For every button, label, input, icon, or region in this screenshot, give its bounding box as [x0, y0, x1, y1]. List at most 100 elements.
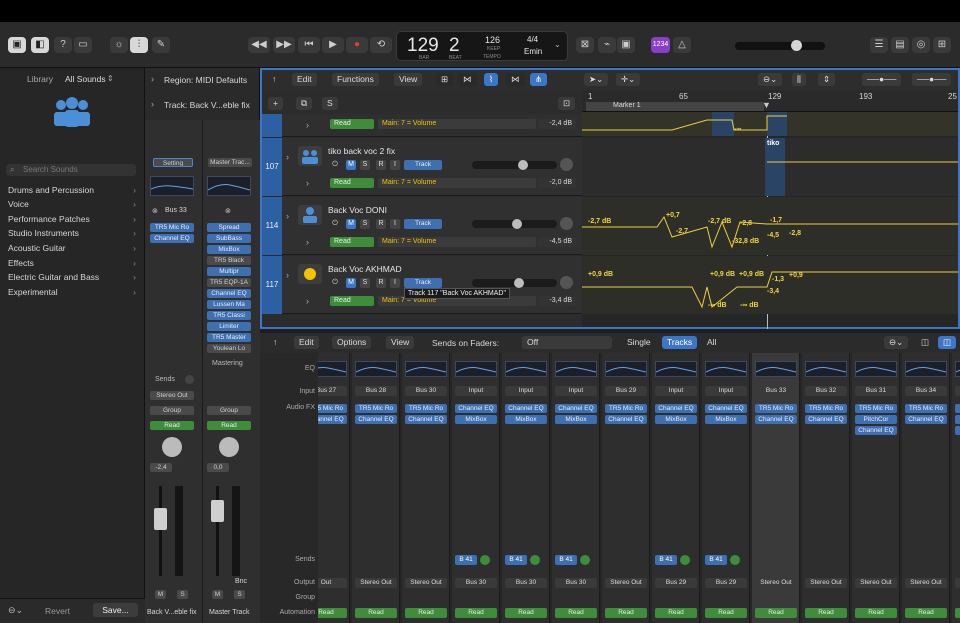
plugin-slot[interactable]: Sp — [955, 415, 960, 424]
track-volume-slider[interactable] — [472, 278, 557, 288]
channel-strip[interactable]: Ch Sp Char Read — [952, 353, 960, 623]
chevron-right-icon[interactable]: › — [286, 270, 289, 280]
library-toggle-icon[interactable]: ▣ — [8, 37, 26, 53]
plugin-slot[interactable]: Limiter — [207, 322, 251, 331]
settings-gear-icon[interactable]: ⊖⌄ — [8, 605, 23, 616]
global-solo-button[interactable]: S — [322, 97, 338, 110]
list-icon[interactable]: ☰ — [870, 37, 888, 53]
channel-strip[interactable]: Bus 32 TR5 Mic Ro Channel EQ Stereo Out Read — [802, 353, 850, 623]
plugin-slot[interactable]: Channel EQ — [705, 404, 747, 413]
back-arrow-icon[interactable]: ↑ — [268, 336, 282, 349]
input-slot[interactable]: Input — [505, 386, 547, 396]
pointer-tool-icon[interactable]: ➤⌄ — [584, 73, 609, 86]
plugin-slot[interactable]: TR5 Black — [207, 256, 251, 265]
output-slot[interactable]: Bus 30 — [455, 578, 497, 588]
power-icon[interactable]: ⏻ — [330, 278, 340, 288]
power-icon[interactable]: ⏻ — [330, 219, 340, 229]
chevron-right-icon[interactable]: › — [306, 178, 309, 188]
plugin-slot[interactable]: TR5 EQP-1A — [207, 278, 251, 287]
flex-icon[interactable]: ⋈ — [506, 73, 525, 86]
revert-button[interactable]: Revert — [45, 606, 70, 616]
eq-thumbnail[interactable] — [455, 361, 497, 377]
input-slot[interactable]: Bus 34 — [905, 386, 947, 396]
eq-thumbnail[interactable] — [805, 361, 847, 377]
browser-icon[interactable]: ⊞ — [933, 37, 951, 53]
library-item[interactable]: Effects › — [8, 258, 140, 268]
input-monitor-button[interactable]: I — [390, 278, 400, 288]
send-slot[interactable]: B 41 — [555, 555, 577, 565]
chevron-right-icon[interactable]: › — [151, 99, 154, 109]
help-icon[interactable]: ? — [54, 37, 72, 53]
back-arrow-icon[interactable]: ↑ — [267, 73, 281, 86]
plugin-slot[interactable]: Channel EQ — [355, 415, 397, 424]
automation-mode[interactable]: Read — [955, 608, 960, 618]
mute-button[interactable]: M — [346, 160, 356, 170]
track-button[interactable]: Track — [404, 160, 442, 170]
channel-strip[interactable]: Bus 29 TR5 Mic Ro Channel EQ Stereo Out Read — [602, 353, 650, 623]
volume-value[interactable]: 0,0 — [207, 463, 229, 472]
plugin-slot[interactable]: TR5 Mic Ro — [318, 404, 347, 413]
plugin-slot[interactable]: MixBox — [505, 415, 547, 424]
plugin-slot[interactable]: Char — [955, 426, 960, 435]
input-slot[interactable]: Bus 32 — [805, 386, 847, 396]
collapse-icon[interactable]: ⊡ — [558, 97, 576, 110]
plugin-slot[interactable]: Channel EQ — [207, 289, 251, 298]
chevron-right-icon[interactable]: › — [306, 120, 309, 130]
record-icon[interactable]: ● — [346, 37, 368, 53]
plugin-slot[interactable]: MixBox — [705, 415, 747, 424]
library-item[interactable]: Voice › — [8, 199, 140, 209]
automation-value[interactable]: -2,0 dB — [538, 178, 576, 188]
eq-thumbnail[interactable] — [355, 361, 397, 377]
eq-thumbnail[interactable] — [905, 361, 947, 377]
track-row[interactable]: 117 › Back Voc AKHMAD ⏻ M S R I Track › … — [262, 256, 582, 314]
library-item[interactable]: Studio Instruments › — [8, 228, 140, 238]
loops-icon[interactable]: ◎ — [912, 37, 930, 53]
track-button[interactable]: Track — [404, 219, 442, 229]
plugin-slot[interactable]: Ch — [955, 404, 960, 413]
plugin-slot[interactable]: PitchCor — [855, 415, 897, 424]
input-slot[interactable]: Input — [655, 386, 697, 396]
eq-thumbnail[interactable] — [705, 361, 747, 377]
output-slot[interactable]: Stereo Out — [805, 578, 847, 588]
output-slot[interactable]: Stereo Out — [405, 578, 447, 588]
automation-mode[interactable]: Read — [355, 608, 397, 618]
automation-param[interactable]: Main: 7 = Volume — [378, 178, 536, 188]
chevron-right-icon[interactable]: › — [306, 296, 309, 306]
view-menu[interactable]: View — [394, 73, 423, 86]
lcd-display[interactable]: 129 2 BAR BEAT 126 KEEP TEMPO 4/4 Emin — [396, 31, 568, 61]
eq-thumbnail[interactable] — [605, 361, 647, 377]
inspector-toggle-icon[interactable]: ◧ — [31, 37, 49, 53]
send-level-knob[interactable] — [730, 555, 740, 565]
group-button[interactable]: Group — [150, 406, 194, 415]
plugin-slot[interactable]: Channel EQ — [505, 404, 547, 413]
automation-param[interactable]: Main: 7 = Volume — [378, 119, 536, 129]
input-slot[interactable]: Input — [455, 386, 497, 396]
automation-param[interactable]: Main: 7 = Volume — [378, 237, 536, 247]
plugin-slot[interactable]: Lussen Ma — [207, 300, 251, 309]
single-view-button[interactable]: Single — [622, 336, 656, 349]
plugin-slot[interactable]: TR5 Mic Ro — [405, 404, 447, 413]
eq-thumbnail[interactable] — [855, 361, 897, 377]
plugin-slot[interactable]: Channel EQ — [855, 426, 897, 435]
plugin-slot[interactable]: Channel EQ — [755, 415, 797, 424]
plugin-slot[interactable]: TR5 Mic Ro — [805, 404, 847, 413]
pan-knob[interactable] — [560, 217, 573, 230]
automation-mode[interactable]: Read — [605, 608, 647, 618]
add-track-icon[interactable]: + — [268, 97, 283, 110]
plugin-slot[interactable]: Channel EQ — [150, 234, 194, 243]
solo-button[interactable]: S — [360, 219, 370, 229]
input-slot[interactable]: Bus 30 — [405, 386, 447, 396]
automation-mode[interactable]: Read — [755, 608, 797, 618]
automation-mode[interactable]: Read — [330, 237, 374, 247]
output-slot[interactable]: Stereo Out — [905, 578, 947, 588]
automation-mode[interactable]: Read — [505, 608, 547, 618]
plugin-slot[interactable]: Youlean Lo — [207, 344, 251, 353]
output-slot[interactable]: Bus 29 — [655, 578, 697, 588]
automation-mode[interactable]: Read — [655, 608, 697, 618]
marker-bar[interactable]: Marker 1 — [586, 102, 764, 111]
track-name[interactable]: Back Voc AKHMAD — [328, 264, 402, 274]
plugin-slot[interactable]: MixBox — [555, 415, 597, 424]
automation-mode[interactable]: Read — [705, 608, 747, 618]
automation-mode[interactable]: Read — [330, 119, 374, 129]
count-in-badge[interactable]: 1234 — [651, 37, 670, 53]
